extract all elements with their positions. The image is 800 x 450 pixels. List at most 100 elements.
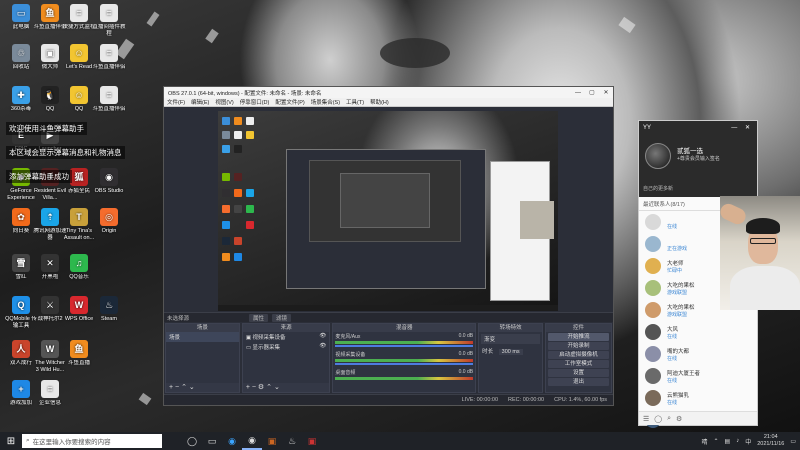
- obs-taskbar-icon[interactable]: ◉: [242, 432, 262, 450]
- contact-item[interactable]: 阿迪大厦王者 在线: [639, 365, 757, 387]
- add-icon[interactable]: +: [246, 384, 250, 391]
- desktop-icon[interactable]: W WPS Office: [62, 296, 96, 329]
- visibility-eye-icon[interactable]: 👁: [319, 343, 326, 349]
- desktop-icon[interactable]: 鱼斗鱼直播: [62, 340, 96, 373]
- source-item[interactable]: ▭ 显示器采集 👁: [243, 342, 330, 352]
- window-controls[interactable]: — ✕: [731, 124, 753, 131]
- start-streaming-button[interactable]: 开始推流: [548, 333, 609, 341]
- desktop-icon[interactable]: ≡ 斗鱼直播伴侣: [92, 44, 126, 77]
- studio-mode-button[interactable]: 工作室模式: [548, 360, 609, 368]
- network-icon[interactable]: ▤: [725, 438, 731, 445]
- app-taskbar-icon[interactable]: ▣: [262, 432, 282, 450]
- desktop-icon[interactable]: ≡ 快捷方式监视: [62, 4, 96, 37]
- windows-start-icon[interactable]: ⊞: [0, 436, 22, 447]
- edge-icon[interactable]: ◉: [222, 432, 242, 450]
- menu-docks[interactable]: 停靠窗口(D): [240, 98, 270, 106]
- move-up-icon[interactable]: ⌃: [266, 384, 272, 391]
- contact-item[interactable]: 嘴的大都 在线: [639, 343, 757, 365]
- notification-icon[interactable]: ▭: [790, 438, 796, 445]
- volume-meter: [335, 341, 474, 344]
- app-icon: 雪: [12, 254, 30, 272]
- weather[interactable]: 晴: [701, 437, 707, 446]
- search-icon[interactable]: ⌕: [667, 415, 671, 423]
- preview-icon: [234, 131, 242, 139]
- minimize-icon[interactable]: —: [571, 90, 585, 96]
- move-down-icon[interactable]: ⌄: [189, 384, 195, 391]
- close-icon[interactable]: ✕: [599, 89, 613, 96]
- game-icon: 人: [12, 340, 30, 358]
- obs-titlebar[interactable]: OBS 27.0.1 (64-bit, windows) - 配置文件: 未命名…: [164, 87, 613, 98]
- remove-icon[interactable]: −: [175, 384, 179, 391]
- desktop-icon[interactable]: ◉ OBS Studio: [92, 168, 126, 201]
- start-recording-button[interactable]: 开始录制: [548, 342, 609, 350]
- move-down-icon[interactable]: ⌄: [274, 384, 280, 391]
- gear-icon[interactable]: ⚙: [676, 415, 682, 423]
- volume-slider[interactable]: [335, 363, 474, 365]
- menu-view[interactable]: 视图(V): [215, 98, 233, 106]
- desktop-icon[interactable]: ☺ QQ: [62, 86, 96, 119]
- desktop-icon[interactable]: ♫ QQ音乐: [62, 254, 96, 287]
- menu-file[interactable]: 文件(F): [167, 98, 185, 106]
- contact-item[interactable]: 大风 在线: [639, 321, 757, 343]
- mixer-channel-db: 0.0 dB: [458, 351, 474, 357]
- maximize-icon[interactable]: ▢: [585, 89, 599, 96]
- menu-help[interactable]: 帮助(H): [370, 98, 389, 106]
- contact-name: 大吃的果松: [667, 305, 695, 311]
- exit-button[interactable]: 退出: [548, 378, 609, 386]
- chevron-up-icon[interactable]: ⌃: [713, 438, 718, 445]
- clock[interactable]: 21:04 2021/11/16: [757, 434, 784, 448]
- contact-status: 正在游戏: [667, 246, 688, 252]
- app-icon: ☺: [70, 86, 88, 104]
- gear-icon[interactable]: ⚙: [258, 384, 264, 391]
- steam-icon: ♨: [100, 296, 118, 314]
- duration-input[interactable]: 300 ms: [498, 349, 523, 355]
- remove-icon[interactable]: −: [252, 384, 256, 391]
- menu-tools[interactable]: 工具(T): [346, 98, 364, 106]
- contact-avatar: [645, 346, 661, 362]
- move-up-icon[interactable]: ⌃: [181, 384, 187, 391]
- desktop-icon-label: 斗鱼直播伴侣: [92, 64, 126, 70]
- app-taskbar-icon[interactable]: ▣: [302, 432, 322, 450]
- source-item[interactable]: ▣ 视频采集设备 👁: [243, 332, 330, 342]
- desktop-icon[interactable]: ≡ 企业信息: [33, 380, 67, 413]
- menu-scene-collection[interactable]: 场景集合(S): [311, 98, 340, 106]
- avatar[interactable]: [645, 143, 671, 169]
- doc-icon: ≡: [100, 4, 118, 22]
- properties-button[interactable]: 属性: [249, 313, 269, 322]
- add-icon[interactable]: +: [169, 384, 173, 391]
- menu-profile[interactable]: 配置文件(P): [275, 98, 304, 106]
- transition-select[interactable]: 渐变: [481, 334, 541, 344]
- signature[interactable]: +尊贵会员输入签名: [677, 155, 720, 162]
- desktop-icon[interactable]: ≡ 直播间插件教程: [92, 4, 126, 37]
- virtual-camera-button[interactable]: 启动虚拟摄像机: [548, 351, 609, 359]
- preview-webcam: [520, 201, 554, 239]
- desktop-icon[interactable]: ≡ 斗鱼直播伴侣: [92, 86, 126, 119]
- volume-icon[interactable]: ♪: [736, 438, 739, 444]
- contact-item[interactable]: 云熊猫乳 在线: [639, 387, 757, 409]
- menu-icon[interactable]: ☰: [643, 415, 649, 423]
- volume-slider[interactable]: [335, 345, 474, 347]
- ime-indicator[interactable]: 中: [745, 437, 751, 446]
- contact-avatar: [645, 302, 661, 318]
- system-tray: 晴 ⌃ ▤ ♪ 中 21:04 2021/11/16 ▭: [701, 434, 800, 448]
- preview-icon: [234, 237, 242, 245]
- source-item-label: 视频采集设备: [252, 335, 286, 341]
- taskbar-search[interactable]: ⌕ 在这里输入你要搜索的内容: [22, 434, 162, 448]
- desktop-icon[interactable]: ♨ Steam: [92, 296, 126, 329]
- visibility-eye-icon[interactable]: 👁: [319, 333, 326, 339]
- settings-button[interactable]: 设置: [548, 369, 609, 377]
- windows-explorer-icon[interactable]: ▭: [202, 432, 222, 450]
- chat-icon[interactable]: ◯: [654, 415, 662, 423]
- desktop-icon[interactable]: T Tiny Tina's Assault on...: [62, 208, 96, 241]
- preview-icon: [234, 205, 242, 213]
- obs-preview-canvas[interactable]: [218, 111, 558, 311]
- desktop-icon[interactable]: ☺ Let's Read: [62, 44, 96, 77]
- scenes-title: 场景: [166, 324, 239, 332]
- filters-button[interactable]: 滤镜: [272, 313, 292, 322]
- desktop-icon[interactable]: ◎ Origin: [92, 208, 126, 241]
- scene-item[interactable]: 场景: [166, 332, 239, 342]
- menu-edit[interactable]: 编辑(E): [191, 98, 209, 106]
- steam-icon[interactable]: ♨: [282, 432, 302, 450]
- task-view-icon[interactable]: ◯: [182, 432, 202, 450]
- controls-dock: 控件 开始推流 开始录制 启动虚拟摄像机 工作室模式 设置 退出: [545, 323, 612, 393]
